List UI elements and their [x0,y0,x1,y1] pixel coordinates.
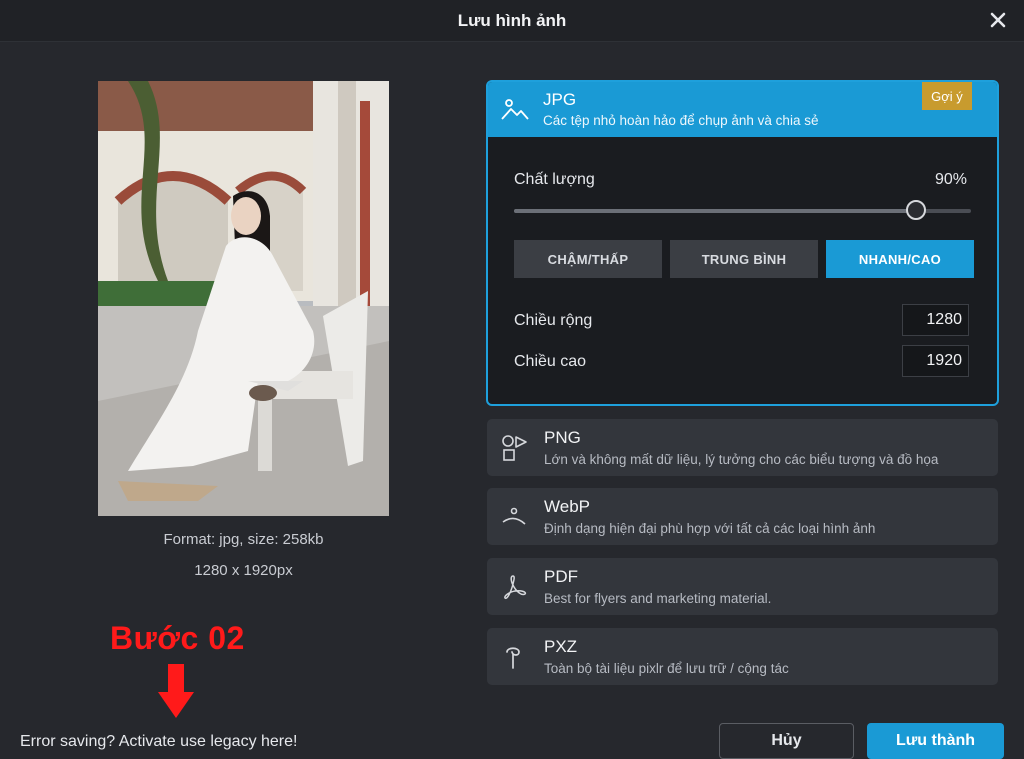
speed-option-medium[interactable]: TRUNG BÌNH [670,240,818,278]
close-icon[interactable] [988,10,1008,30]
jpg-description: Các tệp nhỏ hoàn hảo để chụp ảnh và chia… [543,113,819,128]
quality-slider-handle[interactable] [906,200,927,220]
preview-format-info: Format: jpg, size: 258kb [163,531,324,548]
pxz-name: PXZ [544,637,578,656]
jpg-name: JPG [543,90,577,109]
webp-name: WebP [544,497,590,516]
pdf-description: Best for flyers and marketing material. [544,591,772,606]
quality-label: Chất lượng [514,171,595,188]
pdf-icon [504,575,527,600]
legacy-mode-link[interactable]: Error saving? Activate use legacy here! [20,733,297,751]
jpg-header[interactable]: JPG Các tệp nhỏ hoàn hảo để chụp ảnh và … [488,82,997,137]
dialog-titlebar: Lưu hình ảnh [0,0,1024,42]
speed-selector: CHẬM/THẤP TRUNG BÌNH NHANH/CAO [514,240,974,278]
png-name: PNG [544,428,581,447]
quality-slider-fill [514,209,917,213]
cancel-button[interactable]: Hủy [719,723,854,759]
format-option-jpg[interactable]: JPG Các tệp nhỏ hoàn hảo để chụp ảnh và … [486,80,999,406]
format-option-pdf[interactable]: PDF Best for flyers and marketing materi… [487,558,998,615]
speed-option-slow[interactable]: CHẬM/THẤP [514,240,662,278]
preview-image [98,81,389,516]
width-input[interactable] [902,304,969,336]
format-option-pxz[interactable]: PXZ Toàn bộ tài liệu pixlr để lưu trữ / … [487,628,998,685]
pxz-icon [506,647,520,669]
quality-value: 90% [934,171,967,188]
height-input[interactable] [902,345,969,377]
dialog-title: Lưu hình ảnh [457,10,567,30]
width-label: Chiều rộng [514,312,593,329]
step-annotation: Bước 02 [110,620,245,656]
webp-icon [502,507,526,525]
quality-slider[interactable] [514,200,971,220]
save-as-button[interactable]: Lưu thành [867,723,1004,759]
format-option-png[interactable]: PNG Lớn và không mất dữ liệu, lý tưởng c… [487,419,998,476]
speed-option-fast[interactable]: NHANH/CAO [826,240,974,278]
shapes-icon [502,435,527,461]
recommended-badge: Gợi ý [922,82,972,110]
webp-description: Định dạng hiện đại phù hợp với tất cả cá… [544,521,876,536]
pdf-name: PDF [544,567,578,586]
arrow-down-icon [158,664,194,718]
height-label: Chiều cao [514,353,587,370]
format-option-webp[interactable]: WebP Định dạng hiện đại phù hợp với tất … [487,488,998,545]
pxz-description: Toàn bộ tài liệu pixlr để lưu trữ / cộng… [544,661,789,676]
landscape-icon [501,99,529,120]
png-description: Lớn và không mất dữ liệu, lý tưởng cho c… [544,452,939,467]
preview-dimensions: 1280 x 1920px [194,562,293,579]
